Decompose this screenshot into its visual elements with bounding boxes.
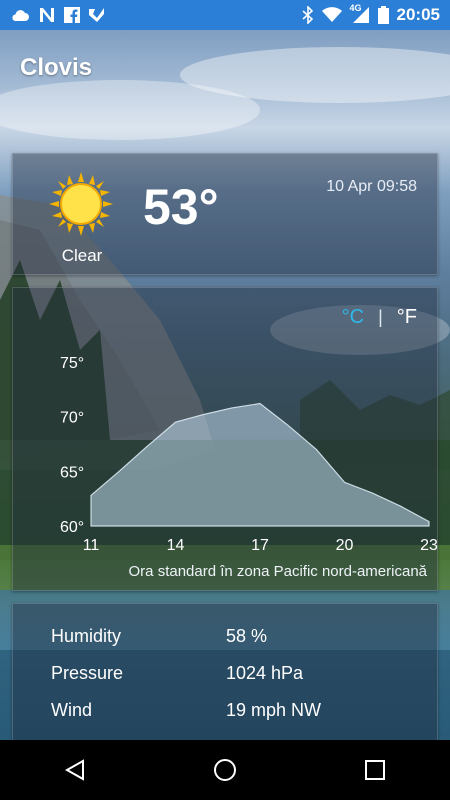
timezone-label: Ora standard în zona Pacific nord-americ… — [128, 563, 427, 580]
details-card: Humidity 58 % Pressure 1024 hPa Wind 19 … — [12, 603, 438, 743]
home-button[interactable] — [195, 748, 255, 792]
x-tick-label: 20 — [336, 537, 354, 554]
navigation-bar — [0, 740, 450, 800]
recents-button[interactable] — [345, 748, 405, 792]
temperature-chart: 60° 65° 70° 75° 11 14 17 20 23 — [60, 355, 438, 554]
pressure-label: Pressure — [51, 663, 124, 683]
detail-row-humidity: Humidity 58 % — [51, 626, 267, 647]
humidity-label: Humidity — [51, 626, 122, 646]
x-tick-label: 23 — [420, 537, 438, 554]
wifi-icon — [321, 7, 342, 23]
bluetooth-icon — [301, 6, 314, 24]
notification-icons — [10, 7, 106, 23]
y-tick-label: 60° — [60, 519, 84, 536]
forecast-chart-card: °C | °F 60° 65° 70° 75° 11 14 17 20 23 Ora stand… — [12, 287, 438, 591]
wind-label: Wind — [51, 700, 93, 720]
signal-icon: 4G — [349, 3, 370, 24]
y-tick-label: 70° — [60, 410, 84, 427]
home-icon — [214, 759, 236, 781]
detail-row-pressure: Pressure 1024 hPa — [51, 663, 303, 684]
cloud-icon — [10, 8, 30, 22]
wind-value: 19 mph NW — [226, 700, 322, 720]
check-icon — [88, 7, 106, 23]
current-weather-card[interactable]: 53° Clear 10 Apr 09:58 — [12, 153, 438, 275]
humidity-value: 58 % — [226, 626, 268, 646]
x-tick-label: 17 — [251, 537, 269, 554]
clock-time: 20:05 — [396, 5, 440, 24]
system-icons: 4G 20:05 — [301, 3, 440, 25]
x-tick-label: 14 — [167, 537, 185, 554]
pressure-value: 1024 hPa — [226, 663, 304, 683]
sun-icon — [49, 172, 113, 236]
battery-icon — [377, 6, 389, 24]
current-temperature: 53° — [143, 179, 219, 235]
network-type-label: 4G — [349, 3, 362, 13]
detail-row-wind: Wind 19 mph NW — [51, 700, 321, 721]
back-button[interactable] — [45, 748, 105, 792]
recents-icon — [365, 760, 385, 780]
y-tick-label: 65° — [60, 464, 84, 481]
temperature-area-series — [90, 402, 430, 527]
facebook-icon — [64, 7, 80, 23]
back-icon — [64, 759, 84, 781]
observation-datetime: 10 Apr 09:58 — [326, 178, 417, 195]
city-name[interactable]: Clovis — [20, 54, 92, 82]
condition-label: Clear — [61, 246, 103, 265]
n-logo-icon — [38, 7, 56, 23]
x-tick-label: 11 — [83, 537, 100, 554]
status-bar: 4G 20:05 — [0, 0, 450, 30]
y-tick-label: 75° — [60, 355, 84, 372]
